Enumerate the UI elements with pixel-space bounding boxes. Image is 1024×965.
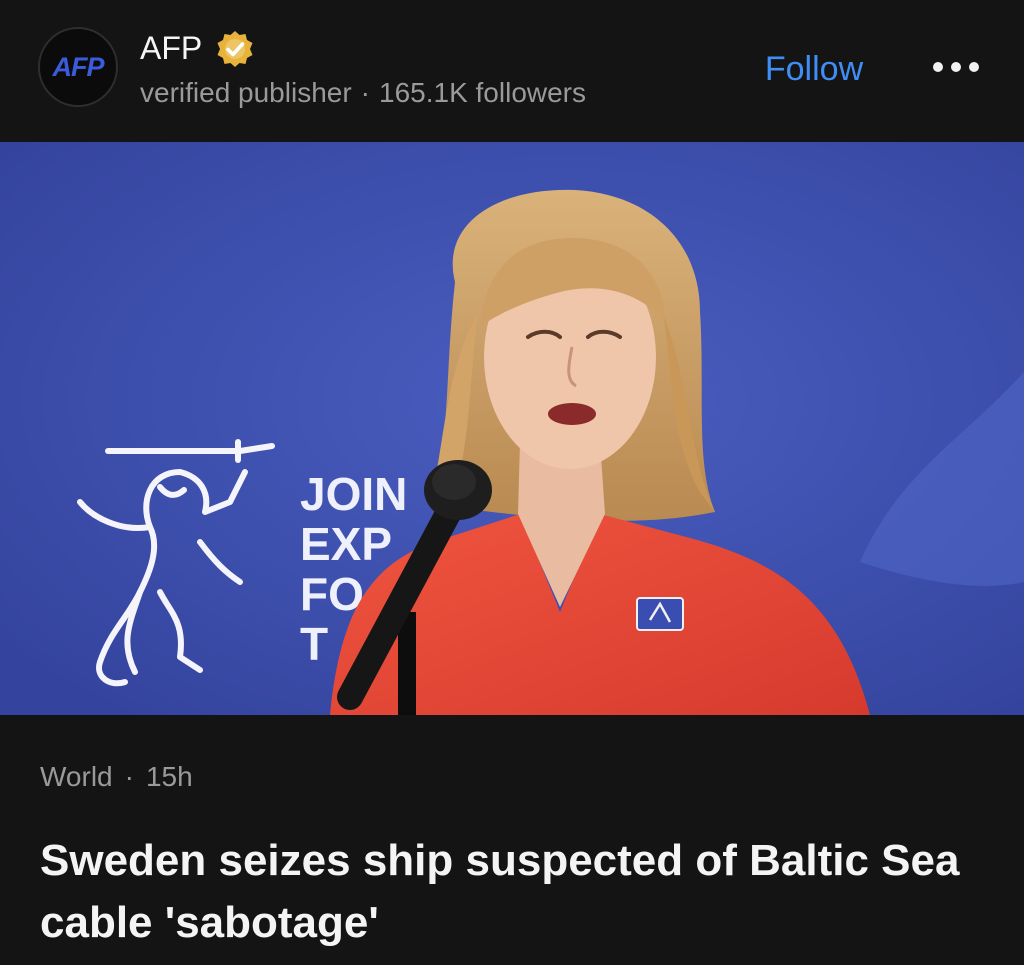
follow-button[interactable]: Follow xyxy=(752,44,876,94)
verified-badge-icon xyxy=(217,31,253,67)
publisher-avatar[interactable]: AFP xyxy=(38,27,118,107)
publisher-name[interactable]: AFP xyxy=(140,28,202,68)
article-meta: World · 15h xyxy=(40,758,193,796)
article-category[interactable]: World xyxy=(40,761,113,792)
article-hero-image[interactable]: JOIN EXP FO T xyxy=(0,142,1024,715)
followers-count: 165.1K followers xyxy=(379,77,587,108)
hero-illustration: JOIN EXP FO T xyxy=(0,142,1024,715)
article-age: 15h xyxy=(145,761,193,792)
backdrop-text-line-4: T xyxy=(300,618,328,670)
publisher-logo: AFP xyxy=(52,51,105,82)
publisher-meta: verified publisher · 165.1K followers xyxy=(140,76,586,110)
article-headline[interactable]: Sweden seizes ship suspected of Baltic S… xyxy=(40,830,1000,954)
meta-separator: · xyxy=(360,77,370,108)
verified-label: verified publisher xyxy=(140,77,352,108)
meta-separator: · xyxy=(124,761,134,792)
backdrop-text-line-1: JOIN xyxy=(300,468,407,520)
backdrop-text-line-2: EXP xyxy=(300,518,392,570)
publisher-header: AFP AFP verified publisher · 165.1K follow… xyxy=(0,0,1024,140)
more-options-icon[interactable] xyxy=(928,52,984,82)
article-card[interactable]: AFP AFP verified publisher · 165.1K follow… xyxy=(0,0,1024,965)
